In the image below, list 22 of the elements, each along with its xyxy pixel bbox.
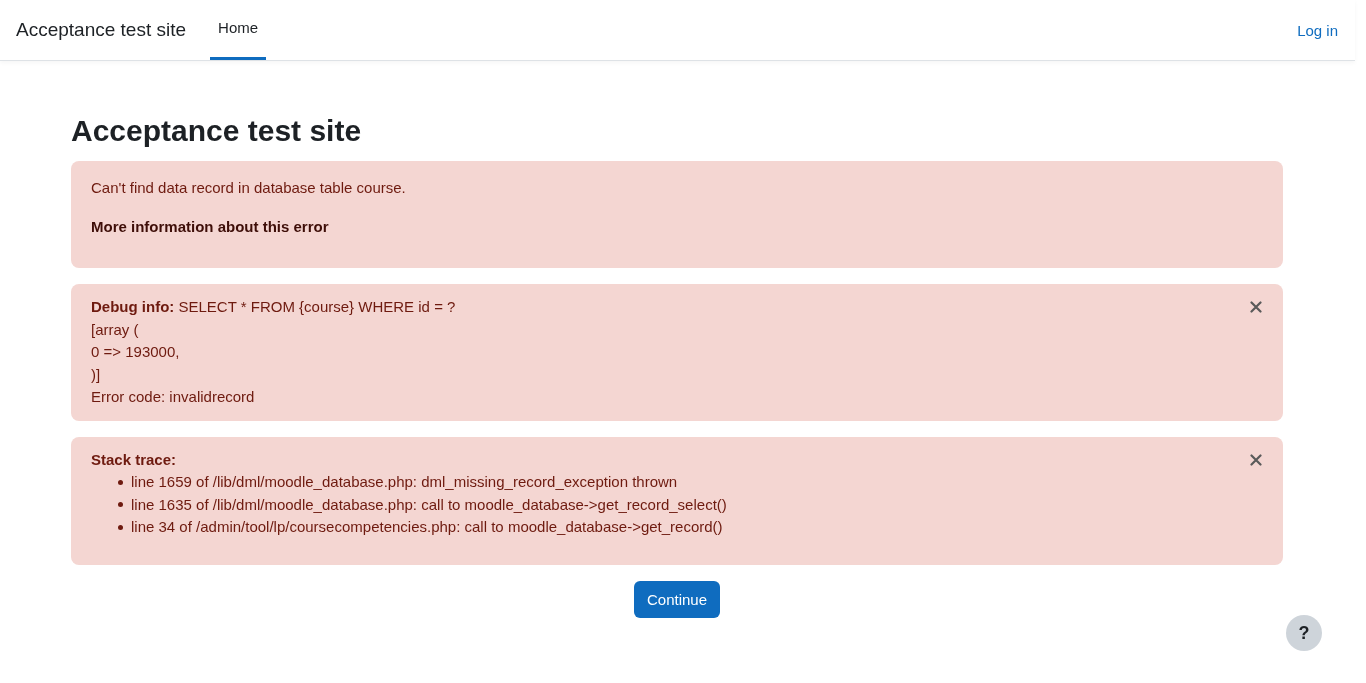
bullet-icon bbox=[118, 479, 123, 485]
site-name[interactable]: Acceptance test site bbox=[16, 19, 187, 41]
bullet-icon bbox=[118, 502, 123, 508]
debug-line: 0 => 193000, bbox=[91, 342, 181, 362]
stack-trace-line: line 1635 of /lib/dml/moodle_database.php: call to moodle_database->get_record_select() bbox=[131, 494, 727, 515]
debug-line: Error code: invalidrecord bbox=[91, 387, 256, 407]
stack-trace-line: line 1659 of /lib/dml/moodle_database.php: dml_missing_record_exception thrown bbox=[131, 472, 678, 492]
page-title: Acceptance test site bbox=[71, 113, 363, 149]
close-icon[interactable] bbox=[1250, 453, 1262, 466]
close-icon[interactable] bbox=[1250, 301, 1262, 313]
stack-trace-line: line 34 of /admin/tool/lp/coursecompetencies.php: call to moodle_database->get_record() bbox=[131, 517, 723, 537]
help-button[interactable]: ? bbox=[1286, 615, 1322, 651]
debug-line: [array ( bbox=[91, 319, 140, 340]
debug-line: )] bbox=[91, 364, 102, 385]
stack-trace-title: Stack trace: bbox=[91, 449, 178, 470]
login-link[interactable]: Log in bbox=[1297, 21, 1338, 39]
continue-button[interactable]: Continue bbox=[633, 580, 720, 618]
more-info-link[interactable]: More information about this error bbox=[91, 215, 1263, 238]
nav-tab[interactable]: Home bbox=[210, 0, 267, 60]
debug-line: Debug info: SELECT * FROM {course} WHERE id = ? bbox=[91, 297, 457, 317]
error-message: Can't find data record in database table course. bbox=[91, 178, 407, 198]
bullet-icon bbox=[118, 524, 123, 530]
